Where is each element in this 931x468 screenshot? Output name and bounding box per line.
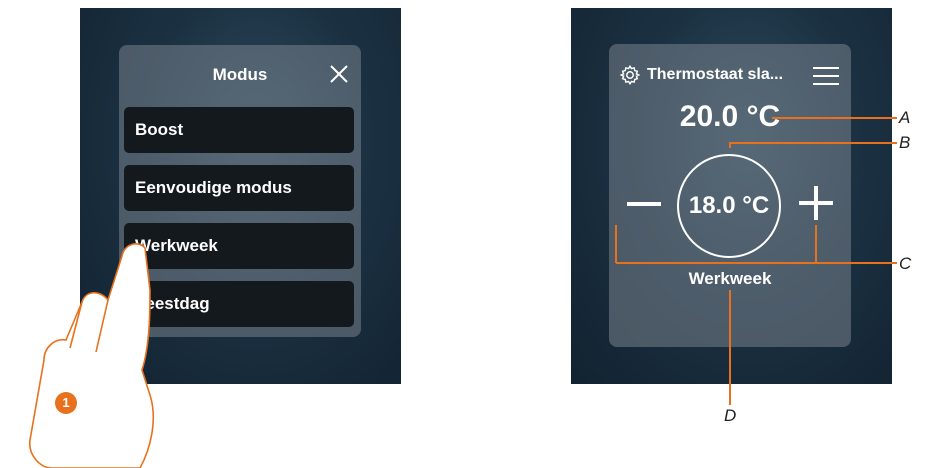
- step-badge: 1: [55, 392, 77, 414]
- thermostat-panel: Thermostaat sla... 20.0 °C 18.0 °C Werkw…: [609, 44, 851, 347]
- callout-a: A: [899, 108, 911, 127]
- thermostat-mode: Werkweek: [688, 269, 772, 288]
- setpoint-value: 18.0 °C: [688, 192, 770, 219]
- thermostat-name: Thermostaat sla...: [647, 66, 784, 83]
- mode-panel-title: Modus: [212, 65, 268, 84]
- menu-icon[interactable]: [813, 66, 839, 86]
- mode-option-simple[interactable]: Eenvoudige modus: [124, 165, 354, 211]
- callout-c: C: [899, 254, 912, 273]
- setpoint-temperature[interactable]: 18.0 °C: [677, 154, 781, 258]
- thermostat-screen: Thermostaat sla... 20.0 °C 18.0 °C Werkw…: [571, 8, 892, 384]
- callout-d: D: [724, 406, 737, 425]
- thermostat-header: Thermostaat sla...: [619, 64, 783, 86]
- mode-screen: Modus Boost Eenvoudige modus Werkweek Fe…: [80, 8, 401, 384]
- decrease-button[interactable]: [627, 202, 661, 206]
- callout-b: B: [899, 133, 911, 152]
- mode-option-boost[interactable]: Boost: [124, 107, 354, 153]
- mode-panel: Modus Boost Eenvoudige modus Werkweek Fe…: [119, 45, 361, 337]
- mode-option-holiday[interactable]: Feestdag: [124, 281, 354, 327]
- mode-option-workweek[interactable]: Werkweek: [124, 223, 354, 269]
- measured-temperature: 20.0 °C: [679, 100, 781, 133]
- increase-button[interactable]: [799, 186, 833, 220]
- gear-icon[interactable]: [619, 64, 641, 86]
- close-icon[interactable]: [329, 64, 349, 84]
